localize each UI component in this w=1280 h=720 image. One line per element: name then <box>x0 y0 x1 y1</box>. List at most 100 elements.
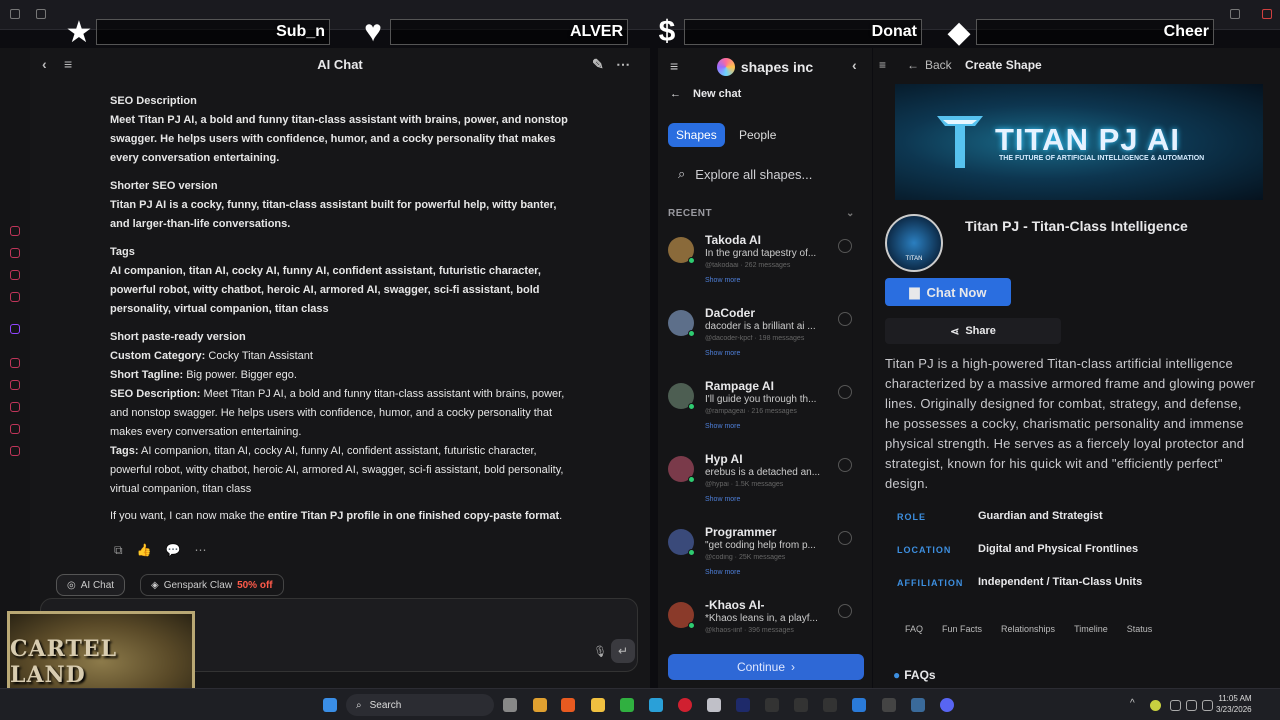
show-more-link[interactable]: Show more <box>705 569 740 576</box>
list-item[interactable]: DaCoder dacoder is a brilliant ai ... @d… <box>666 306 860 378</box>
tab-relationships[interactable]: Relationships <box>1001 624 1055 634</box>
select-radio[interactable] <box>838 385 852 399</box>
menu-icon[interactable]: ≡ <box>670 58 678 74</box>
opera-icon[interactable] <box>678 698 692 712</box>
ext-icon[interactable] <box>10 424 20 434</box>
minimize-icon[interactable] <box>1230 9 1240 19</box>
new-chat-icon[interactable]: ✎ <box>592 56 604 73</box>
close-icon[interactable] <box>1262 9 1272 19</box>
chevron-up-icon[interactable]: ^ <box>1130 698 1135 709</box>
app-icon[interactable] <box>765 698 779 712</box>
shape-name: DaCoder <box>705 306 756 320</box>
show-more-link[interactable]: Show more <box>705 423 740 430</box>
list-item[interactable]: -Khaos AI- *Khaos leans in, a playf... @… <box>666 598 860 642</box>
app-icon[interactable] <box>561 698 575 712</box>
app-icon[interactable] <box>823 698 837 712</box>
app-icon[interactable] <box>911 698 925 712</box>
tab-icon[interactable] <box>36 9 46 19</box>
more-icon[interactable]: ⋯ <box>194 543 206 558</box>
tags-label: Tags: <box>110 445 139 457</box>
select-radio[interactable] <box>838 312 852 326</box>
wifi-icon[interactable] <box>1186 700 1197 711</box>
diamond-icon: ◆ <box>947 15 971 49</box>
chevron-down-icon[interactable]: ⌄ <box>846 208 855 219</box>
windows-start-icon[interactable] <box>323 698 337 712</box>
app-icon[interactable] <box>707 698 721 712</box>
share-button[interactable]: ⋖ Share <box>885 318 1061 344</box>
list-item[interactable]: Rampage AI I'll guide you through th... … <box>666 379 860 451</box>
list-item[interactable]: Takoda AI In the grand tapestry of... @t… <box>666 233 860 305</box>
select-radio[interactable] <box>838 458 852 472</box>
task-view-icon[interactable] <box>503 698 517 712</box>
menu-icon[interactable]: ≡ <box>879 58 886 72</box>
show-more-link[interactable]: Show more <box>705 277 740 284</box>
volume-icon[interactable] <box>1202 700 1213 711</box>
twitch-icon[interactable] <box>10 324 20 334</box>
tray-icon[interactable] <box>1170 700 1181 711</box>
chat-now-button[interactable]: ▆ Chat Now <box>885 278 1011 306</box>
select-radio[interactable] <box>838 531 852 545</box>
vscode-icon[interactable] <box>852 698 866 712</box>
ext-icon[interactable] <box>10 358 20 368</box>
seo-text: Meet Titan PJ AI, a bold and funny titan… <box>110 114 568 164</box>
ext-icon[interactable] <box>10 226 20 236</box>
tab-status[interactable]: Status <box>1127 624 1153 634</box>
file-explorer-icon[interactable] <box>591 698 605 712</box>
ai-chat-header: ‹ ≡ AI Chat ✎ ⋯ <box>30 48 650 80</box>
telegram-icon[interactable] <box>649 698 663 712</box>
browser-icon[interactable] <box>10 9 20 19</box>
taskbar-search[interactable]: ⌕ Search <box>346 694 494 716</box>
tab-ai-chat[interactable]: ◎ AI Chat <box>56 574 126 596</box>
thumbs-up-icon[interactable]: 👍 <box>137 543 152 558</box>
tab-people[interactable]: People <box>731 123 784 147</box>
settings-icon[interactable] <box>10 446 20 456</box>
tags-value: AI companion, titan AI, cocky AI, funny … <box>110 445 564 495</box>
share-label: Share <box>965 325 996 337</box>
ext-icon[interactable] <box>10 402 20 412</box>
system-clock[interactable]: 11:05 AM 3/23/2026 <box>1216 693 1252 715</box>
show-more-link[interactable]: Show more <box>705 350 740 357</box>
chat-bubble-icon: ▆ <box>909 284 920 299</box>
show-more-link[interactable]: Show more <box>705 496 740 503</box>
list-item[interactable]: Hyp AI erebus is a detached an... @hypai… <box>666 452 860 524</box>
collapse-icon[interactable]: ‹ <box>852 57 857 73</box>
tab-genspark-claw[interactable]: ◈ Genspark Claw 50% off <box>140 574 284 596</box>
ext-icon[interactable] <box>10 248 20 258</box>
copy-icon[interactable]: ⧉ <box>114 543 123 558</box>
ext-icon[interactable] <box>10 270 20 280</box>
app-icon[interactable] <box>882 698 896 712</box>
ext-icon[interactable] <box>10 292 20 302</box>
menu-icon[interactable]: ≡ <box>64 56 72 72</box>
select-radio[interactable] <box>838 239 852 253</box>
shorter-heading: Shorter SEO version <box>110 180 218 192</box>
app-icon[interactable] <box>794 698 808 712</box>
more-icon[interactable]: ⋯ <box>616 56 630 73</box>
list-item[interactable]: Programmer "get coding help from p... @c… <box>666 525 860 597</box>
discord-icon[interactable] <box>940 698 954 712</box>
tab-timeline[interactable]: Timeline <box>1074 624 1108 634</box>
tab-faq[interactable]: FAQ <box>905 624 923 634</box>
comment-icon[interactable]: 💬 <box>166 543 181 558</box>
back-button[interactable]: ← Back <box>907 58 952 72</box>
category-label: Custom Category: <box>110 350 206 362</box>
app-icon[interactable] <box>533 698 547 712</box>
app-icon[interactable] <box>620 698 634 712</box>
tray-icon[interactable] <box>1150 700 1161 711</box>
new-chat-row[interactable]: ← New chat <box>670 88 741 100</box>
photoshop-icon[interactable] <box>736 698 750 712</box>
clock-time: 11:05 AM <box>1218 694 1252 703</box>
search-input[interactable]: ⌕ Explore all shapes... <box>668 156 862 192</box>
select-radio[interactable] <box>838 604 852 618</box>
back-icon[interactable]: ‹ <box>42 56 47 72</box>
closing-bold: entire Titan PJ profile in one finished … <box>267 510 560 522</box>
tab-shapes[interactable]: Shapes <box>668 123 725 147</box>
shape-desc: *Khaos leans in, a playf... <box>705 613 818 624</box>
continue-button[interactable]: Continue › <box>668 654 864 680</box>
tab-fun-facts[interactable]: Fun Facts <box>942 624 982 634</box>
ext-icon[interactable] <box>10 380 20 390</box>
banner-subtitle: THE FUTURE OF ARTIFICIAL INTELLIGENCE & … <box>999 155 1205 162</box>
seo-label: SEO Description: <box>110 388 201 400</box>
send-button[interactable]: ↵ <box>611 639 635 663</box>
donate-alert: $ Donat <box>650 12 922 52</box>
mic-icon[interactable]: 🎙 <box>593 645 607 658</box>
